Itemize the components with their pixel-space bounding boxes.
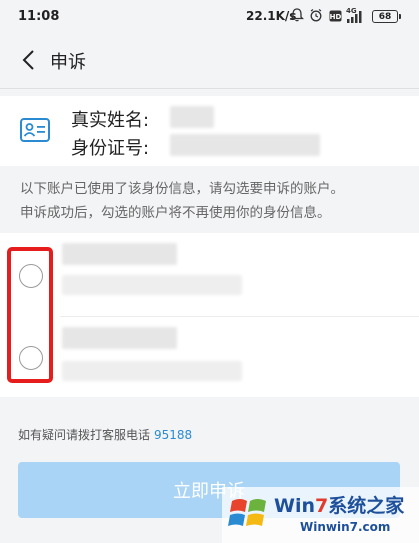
help-line: 如有疑问请拨打客服电话 95188 [18,426,192,443]
watermark-title: Win7系统之家 [274,491,404,518]
header-divider [0,88,419,89]
battery-level: 68 [378,11,392,22]
watermark-title-seven: 7 [315,495,329,517]
header: 申诉 [0,34,419,86]
account-1-radio[interactable] [19,264,43,288]
account-item-2[interactable] [0,319,419,401]
help-phone-link[interactable]: 95188 [154,428,192,442]
watermark: Win7系统之家 Winwin7.com [222,487,419,543]
id-card-icon [20,118,50,146]
signal-icon: 4G [346,6,368,28]
blurred-id-number [170,134,320,156]
account-list [0,233,419,397]
status-bar: 11:08 22.1K/s HD 4G 68 [0,0,419,34]
identity-card: 真实姓名: 身份证号: [0,96,419,166]
svg-text:HD: HD [330,13,342,21]
battery-icon: 68 [372,10,401,23]
svg-text:4G: 4G [346,7,357,15]
account-item-1[interactable] [0,233,419,315]
blurred-account-detail [62,275,242,295]
page-title: 申诉 [50,52,86,73]
watermark-title-a: Win [274,495,315,517]
watermark-url: Winwin7.com [300,520,391,534]
blurred-account-name [62,327,177,349]
notification-bell-icon [289,8,305,26]
blurred-name [170,106,214,128]
blurred-account-name [62,243,177,265]
account-divider [60,316,419,317]
back-button[interactable] [14,46,42,74]
network-speed: 22.1K/s [246,9,297,23]
hd-icon: HD [329,10,342,26]
id-number-label: 身份证号: [71,138,150,159]
account-2-radio[interactable] [19,346,43,370]
real-name-label: 真实姓名: [71,110,150,131]
blurred-account-detail [62,361,242,381]
chevron-left-icon [22,50,34,70]
notice-line-1: 以下账户已使用了该身份信息，请勾选要申诉的账户。 [20,181,344,197]
windows-logo-icon [228,491,270,541]
watermark-title-b: 系统之家 [328,495,405,517]
notice-text: 以下账户已使用了该身份信息，请勾选要申诉的账户。 申诉成功后，勾选的账户将不再使… [20,177,410,225]
help-text: 如有疑问请拨打客服电话 [18,428,151,442]
alarm-icon [309,8,323,26]
notice-line-2: 申诉成功后，勾选的账户将不再使用你的身份信息。 [20,205,331,221]
status-time: 11:08 [18,9,60,24]
